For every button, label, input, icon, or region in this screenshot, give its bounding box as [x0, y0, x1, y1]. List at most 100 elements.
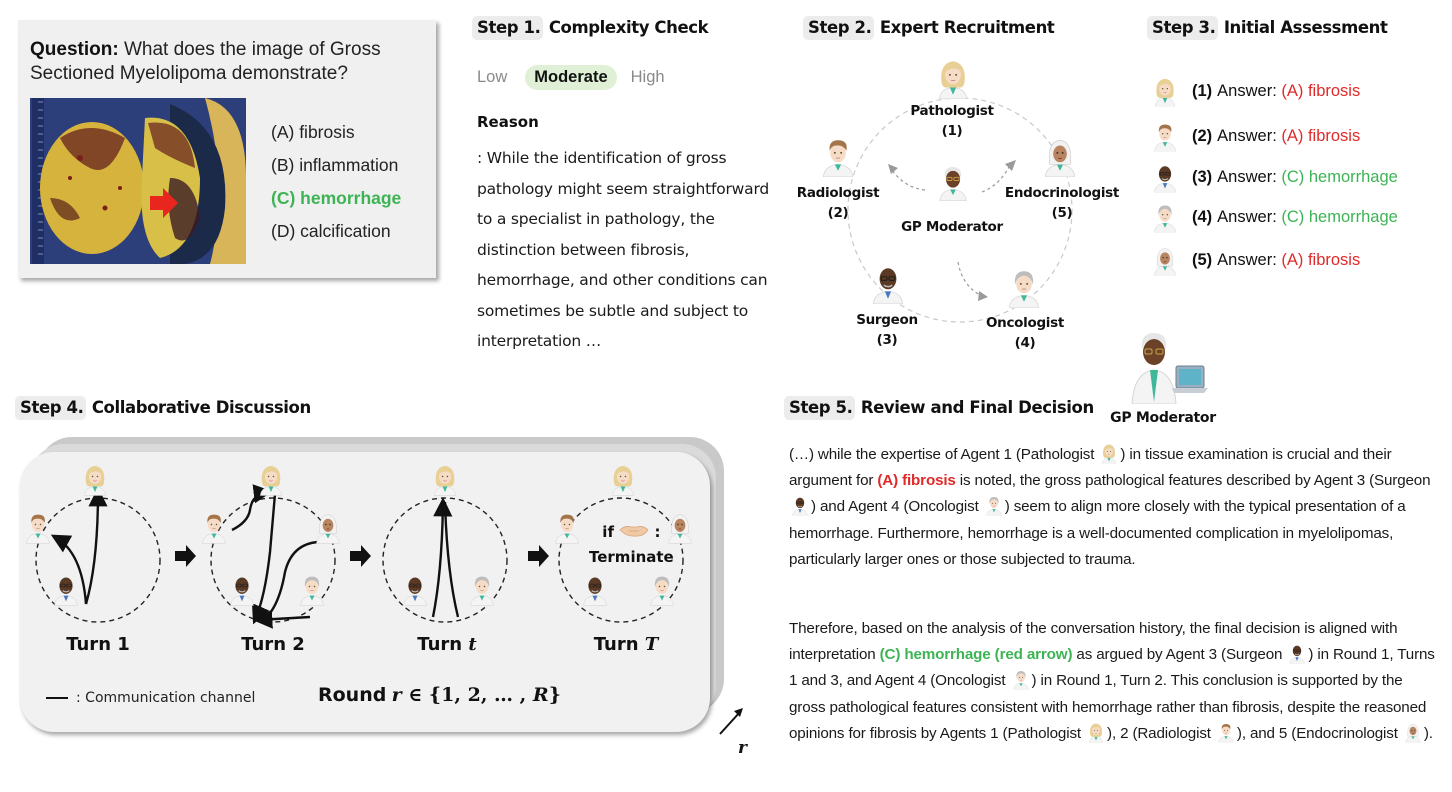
oncologist-avatar-icon: [1012, 668, 1030, 690]
pathologist-avatar-icon: [431, 462, 459, 496]
pathologist-avatar-icon: [1100, 442, 1118, 464]
terminate-if: if: [602, 523, 614, 541]
answer-label: Answer:: [1217, 126, 1277, 145]
surgeon-avatar-icon: [228, 572, 256, 606]
oncologist-avatar-icon: [468, 572, 496, 606]
radiologist-avatar-icon: [1152, 119, 1178, 153]
radiologist-avatar-icon: [1217, 721, 1235, 743]
answer-num: (5): [1192, 250, 1213, 269]
handshake-icon: [619, 522, 649, 538]
turn-1-label: Turn 1: [66, 634, 130, 655]
terminate-colon: :: [654, 523, 661, 541]
moderator-arrow-oncologist: [957, 261, 981, 296]
option-b: (B) inflammation: [271, 155, 399, 175]
question-panel: Question: What does the image of Gross S…: [18, 20, 436, 278]
hemorrhage-highlight: (C) hemorrhage (red arrow): [879, 646, 1073, 664]
answer-value: (A) fibrosis: [1281, 250, 1361, 269]
surgeon-avatar-icon: [1152, 160, 1178, 194]
final-paragraph-2: Therefore, based on the analysis of the …: [789, 620, 1435, 743]
endocrinologist-avatar-icon: [1404, 721, 1422, 743]
surgeon-label: Surgeon (3): [856, 312, 918, 348]
radiologist-avatar-icon: [24, 510, 52, 544]
answer-row-2: (2) Answer: (A) fibrosis: [1152, 118, 1360, 154]
step3-tag: Step 3.: [1147, 16, 1219, 40]
legend: : Communication channel: [46, 690, 255, 706]
round-axis-arrow-icon: [718, 702, 754, 738]
turn-t-label: Turn t: [417, 634, 477, 655]
surgeon-avatar-icon: [401, 572, 429, 606]
oncologist-avatar-icon: [298, 572, 326, 606]
endocrinologist-avatar-icon: [314, 510, 342, 544]
level-high: High: [630, 67, 665, 86]
reason-title: Reason: [477, 113, 539, 131]
answer-value: (C) hemorrhage: [1281, 167, 1398, 186]
option-c-correct: (C) hemorrhage: [271, 188, 402, 208]
surgeon-avatar-icon: [870, 262, 906, 304]
terminate-condition: if : Terminate: [589, 520, 674, 570]
oncologist-avatar-icon: [985, 494, 1003, 516]
answer-label: Answer:: [1217, 167, 1277, 186]
answer-label: Answer:: [1217, 250, 1277, 269]
answer-num: (1): [1192, 81, 1213, 100]
step4-heading: Collaborative Discussion: [86, 398, 311, 417]
endocrinologist-avatar-icon: [1042, 135, 1078, 177]
round-axis-label: r: [738, 738, 747, 758]
next-turn-arrow-icon: [350, 545, 371, 567]
step2-heading: Expert Recruitment: [874, 18, 1055, 37]
step2-title: Step 2. Expert Recruitment: [803, 16, 1055, 40]
gp-moderator-label: GP Moderator: [901, 219, 1003, 235]
gp-moderator-reviewer-label: GP Moderator: [1110, 410, 1216, 426]
endocrinologist-label: Endocrinologist (5): [1004, 185, 1120, 221]
answer-num: (2): [1192, 126, 1213, 145]
turn2-arrow-path-to-surgeon: [251, 493, 277, 625]
pathologist-avatar-icon: [81, 462, 109, 496]
turnt-arrow-surgeon: [431, 497, 453, 618]
radiologist-avatar-icon: [820, 135, 856, 177]
endocrinologist-avatar-icon: [1152, 243, 1178, 277]
option-d: (D) calcification: [271, 221, 391, 241]
step3-heading: Initial Assessment: [1218, 18, 1388, 37]
level-low: Low: [477, 67, 508, 86]
terminate-label: Terminate: [589, 548, 674, 566]
answer-label: Answer:: [1217, 81, 1277, 100]
next-turn-arrow-icon: [175, 545, 196, 567]
step5-heading: Review and Final Decision: [855, 398, 1094, 417]
step1-tag: Step 1.: [472, 16, 544, 40]
round-label: Round r ∈ {1, 2, … , R}: [318, 684, 561, 706]
surgeon-avatar-icon: [1288, 642, 1306, 664]
answer-row-1: (1) Answer: (A) fibrosis: [1152, 73, 1360, 109]
next-turn-arrow-icon: [528, 545, 549, 567]
legend-text: : Communication channel: [76, 690, 256, 706]
surgeon-avatar-icon: [791, 494, 809, 516]
turn-arrows: [175, 545, 549, 567]
oncologist-avatar-icon: [1152, 200, 1178, 234]
step4-tag: Step 4.: [15, 396, 87, 420]
specimen-photo: [30, 98, 246, 264]
answer-value: (A) fibrosis: [1281, 126, 1361, 145]
surgeon-avatar-icon: [52, 572, 80, 606]
radiologist-avatar-icon: [553, 510, 581, 544]
question-text: Question: What does the image of Gross S…: [30, 38, 430, 86]
step1-heading: Complexity Check: [543, 18, 709, 37]
pathologist-avatar-icon: [609, 462, 637, 496]
answer-options: (A) fibrosis (B) inflammation (C) hemorr…: [271, 122, 401, 254]
pathologist-avatar-icon: [1087, 721, 1105, 743]
answer-num: (3): [1192, 167, 1213, 186]
turnt-arrow-oncologist: [443, 501, 460, 618]
communication-line-icon: [46, 697, 68, 699]
option-a: (A) fibrosis: [271, 122, 355, 142]
pathologist-avatar-icon: [257, 462, 285, 496]
radiologist-label: Radiologist (2): [796, 185, 880, 221]
step2-tag: Step 2.: [803, 16, 875, 40]
turn-T-label: Turn T: [593, 634, 659, 655]
radiologist-avatar-icon: [200, 510, 228, 544]
complexity-levels: Low Moderate High: [477, 63, 665, 91]
answer-value: (A) fibrosis: [1281, 81, 1361, 100]
pathologist-label: Pathologist (1): [910, 103, 994, 139]
question-label: Question:: [30, 39, 119, 60]
turn-2-label: Turn 2: [241, 634, 305, 655]
step3-title: Step 3. Initial Assessment: [1147, 16, 1388, 40]
final-paragraph-1: (…) while the expertise of Agent 1 (Path…: [789, 442, 1439, 573]
oncologist-avatar-icon: [1006, 266, 1042, 308]
turn1-arrow-to-pathologist: [84, 487, 108, 605]
